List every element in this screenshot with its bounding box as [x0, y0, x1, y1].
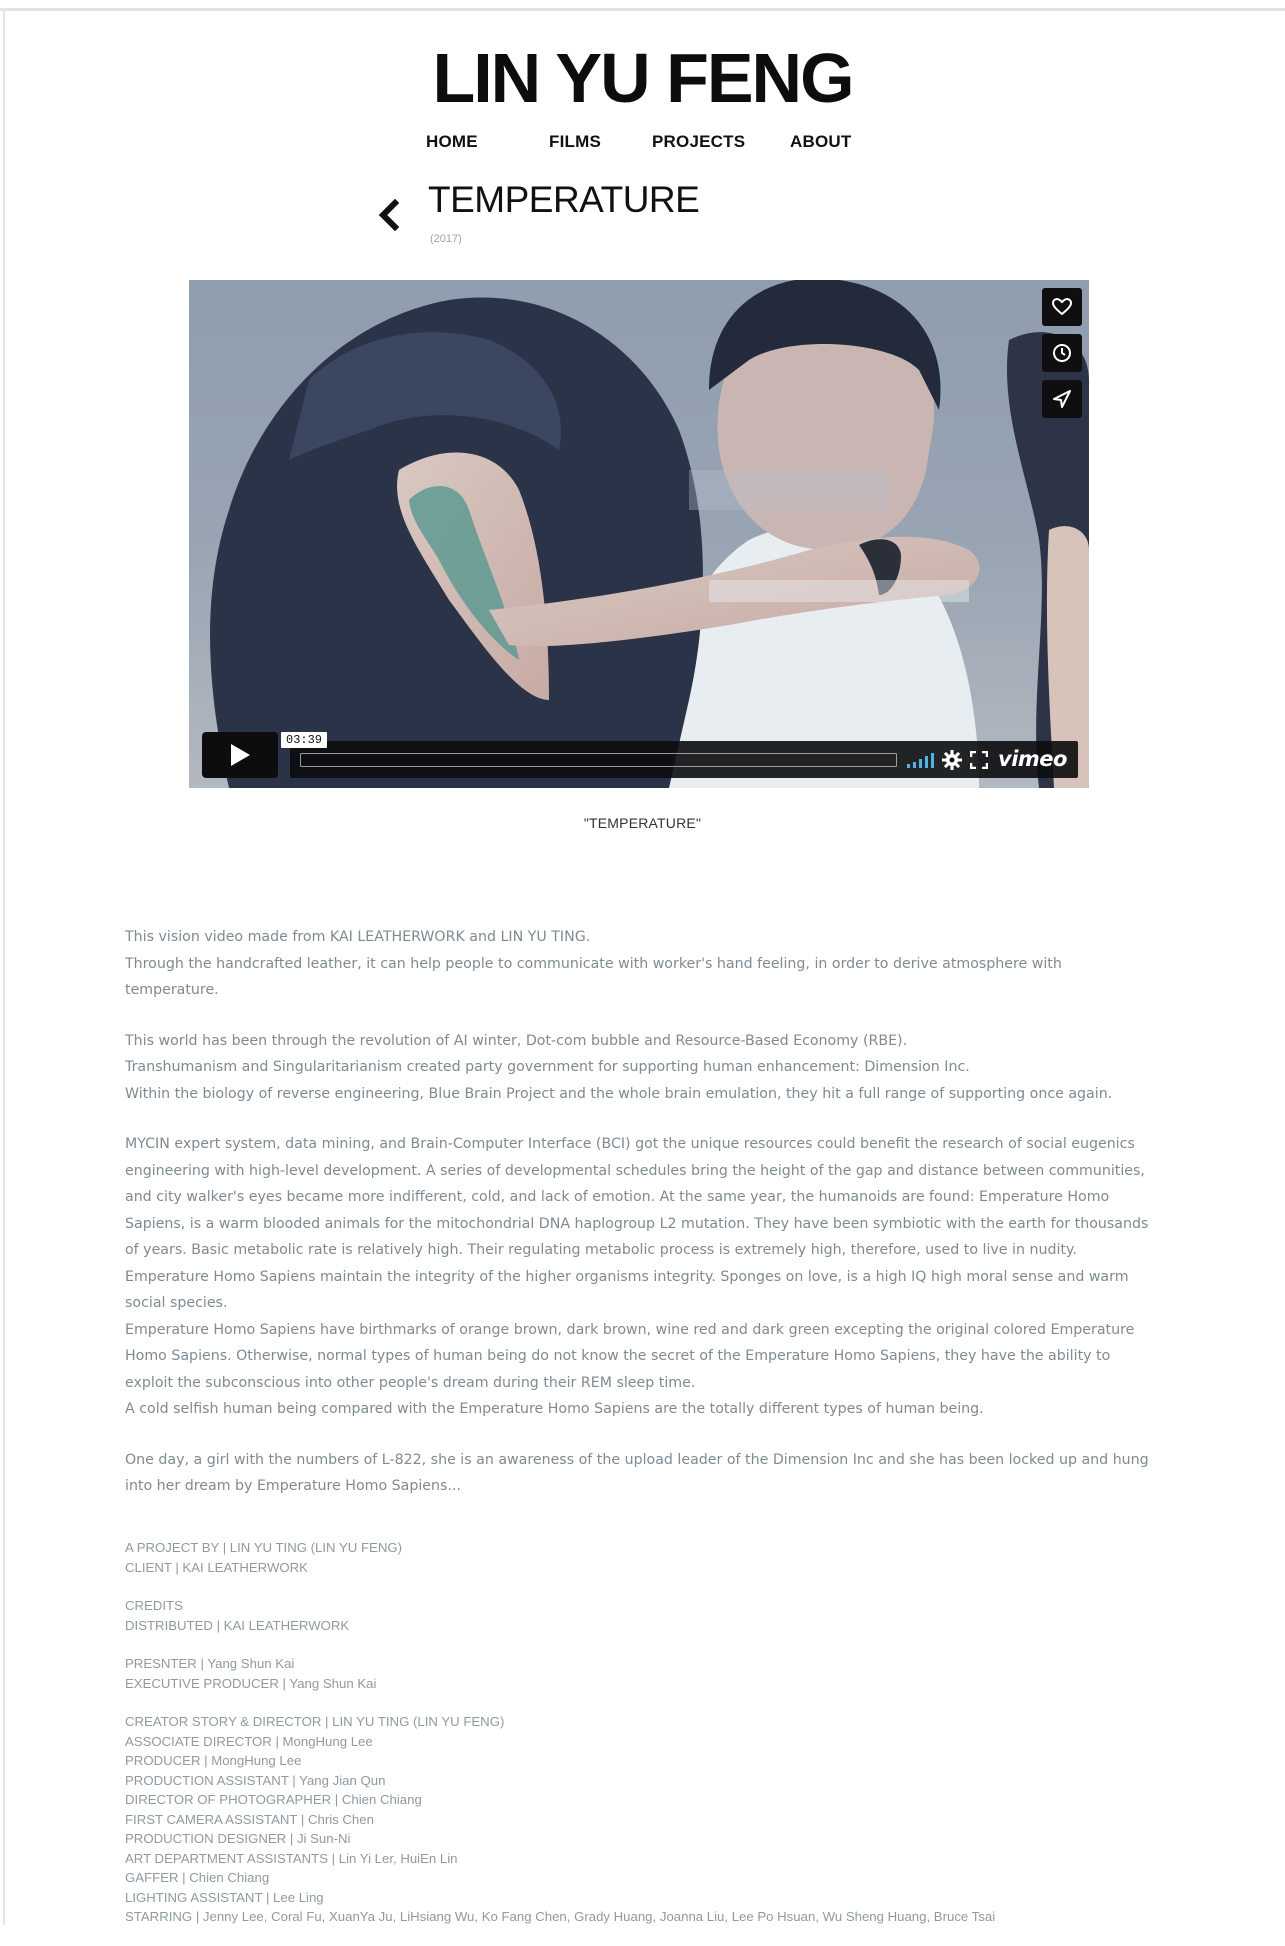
page-year: (2017) [430, 233, 462, 245]
send-icon [1053, 390, 1071, 408]
credit-line: ASSOCIATE DIRECTOR | MongHung Lee [125, 1733, 373, 1749]
video-poster [189, 280, 1089, 788]
nav-projects[interactable]: PROJECTS [652, 132, 745, 152]
progress-bar[interactable] [300, 753, 897, 767]
back-arrow-icon[interactable] [376, 198, 402, 232]
description-line: A cold selfish human being compared with… [125, 1401, 984, 1417]
nav-films[interactable]: FILMS [549, 132, 601, 152]
watch-later-button[interactable] [1042, 334, 1082, 372]
clock-icon [1053, 344, 1071, 362]
credit-line: PRODUCER | MongHung Lee [125, 1753, 302, 1768]
nav-home[interactable]: HOME [426, 132, 478, 152]
description-line: Within the biology of reverse engineerin… [125, 1085, 1113, 1102]
window-top-border [0, 8, 1285, 11]
credit-group: CREATOR STORY & DIRECTOR | LIN YU TING (… [125, 1712, 1165, 1927]
video-timecode: 03:39 [281, 732, 328, 748]
nav-about[interactable]: ABOUT [790, 132, 851, 152]
description-paragraph: This vision video made from KAI LEATHERW… [125, 924, 1155, 1004]
play-icon [231, 744, 250, 766]
credit-group: PRESNTER | Yang Shun Kai EXECUTIVE PRODU… [125, 1654, 1165, 1693]
credit-line: CREDITS [125, 1598, 183, 1613]
main-nav: HOME FILMS PROJECTS ABOUT [0, 132, 1285, 156]
credit-line: PRESNTER | Yang Shun Kai [125, 1656, 295, 1671]
settings-icon[interactable] [942, 750, 962, 775]
credit-group: CREDITS DISTRIBUTED | KAI LEATHERWORK [125, 1596, 1165, 1635]
description-line: MYCIN expert system, data mining, and Br… [125, 1136, 1149, 1311]
heart-icon [1052, 298, 1072, 316]
play-button[interactable] [202, 732, 278, 778]
description-paragraph: One day, a girl with the numbers of L-82… [125, 1447, 1155, 1500]
description-line: One day, a girl with the numbers of L-82… [125, 1451, 1149, 1495]
credit-group: A PROJECT BY | LIN YU TING (LIN YU FENG)… [125, 1538, 1165, 1577]
credit-line: EXECUTIVE PRODUCER | Yang Shun Kai [125, 1675, 377, 1691]
description-line: This world has been through the revoluti… [125, 1032, 908, 1049]
share-button[interactable] [1042, 380, 1082, 418]
site-title[interactable]: LIN YU FENG [0, 38, 1285, 118]
credit-line: GAFFER | Chien Chiang [125, 1870, 270, 1885]
video-caption: "TEMPERATURE" [583, 815, 702, 831]
credits-list: A PROJECT BY | LIN YU TING (LIN YU FENG)… [125, 1538, 1165, 1946]
credit-line: DIRECTOR OF PHOTOGRAPHER | Chien Chiang [125, 1792, 422, 1807]
credit-line: CLIENT | KAI LEATHERWORK [125, 1559, 308, 1575]
credit-line: CREATOR STORY & DIRECTOR | LIN YU TING (… [125, 1714, 505, 1729]
description-paragraph: This world has been through the revoluti… [125, 1028, 1155, 1108]
description-line: Through the handcrafted leather, it can … [125, 955, 1062, 999]
description-line: Emperature Homo Sapiens have birthmarks … [125, 1321, 1135, 1391]
fullscreen-icon[interactable] [969, 750, 989, 774]
description-line: This vision video made from KAI LEATHERW… [125, 929, 591, 945]
like-button[interactable] [1042, 288, 1082, 326]
page-title: TEMPERATURE [428, 179, 700, 220]
credit-line: LIGHTING ASSISTANT | Lee Ling [125, 1889, 324, 1905]
credit-line: STARRING | Jenny Lee, Coral Fu, XuanYa J… [125, 1909, 996, 1924]
video-controls: vimeo [290, 741, 1078, 778]
description-paragraph: MYCIN expert system, data mining, and Br… [125, 1131, 1155, 1423]
credit-line: PRODUCTION ASSISTANT | Yang Jian Qun [125, 1772, 386, 1788]
credit-line: A PROJECT BY | LIN YU TING (LIN YU FENG) [125, 1540, 403, 1555]
video-player[interactable]: vimeo 03:39 [189, 280, 1089, 788]
description-line: Transhumanism and Singularitarianism cre… [125, 1059, 970, 1075]
project-description: This vision video made from KAI LEATHERW… [125, 924, 1155, 1524]
credit-line: PRODUCTION DESIGNER | Ji Sun-Ni [125, 1831, 351, 1846]
window-left-border [3, 8, 5, 1925]
vimeo-logo[interactable]: vimeo [998, 747, 1067, 771]
volume-icon[interactable] [907, 752, 937, 773]
credit-line: DISTRIBUTED | KAI LEATHERWORK [125, 1617, 350, 1633]
credit-line: FIRST CAMERA ASSISTANT | Chris Chen [125, 1811, 374, 1827]
credit-line: ART DEPARTMENT ASSISTANTS | Lin Yi Ler, … [125, 1850, 458, 1866]
